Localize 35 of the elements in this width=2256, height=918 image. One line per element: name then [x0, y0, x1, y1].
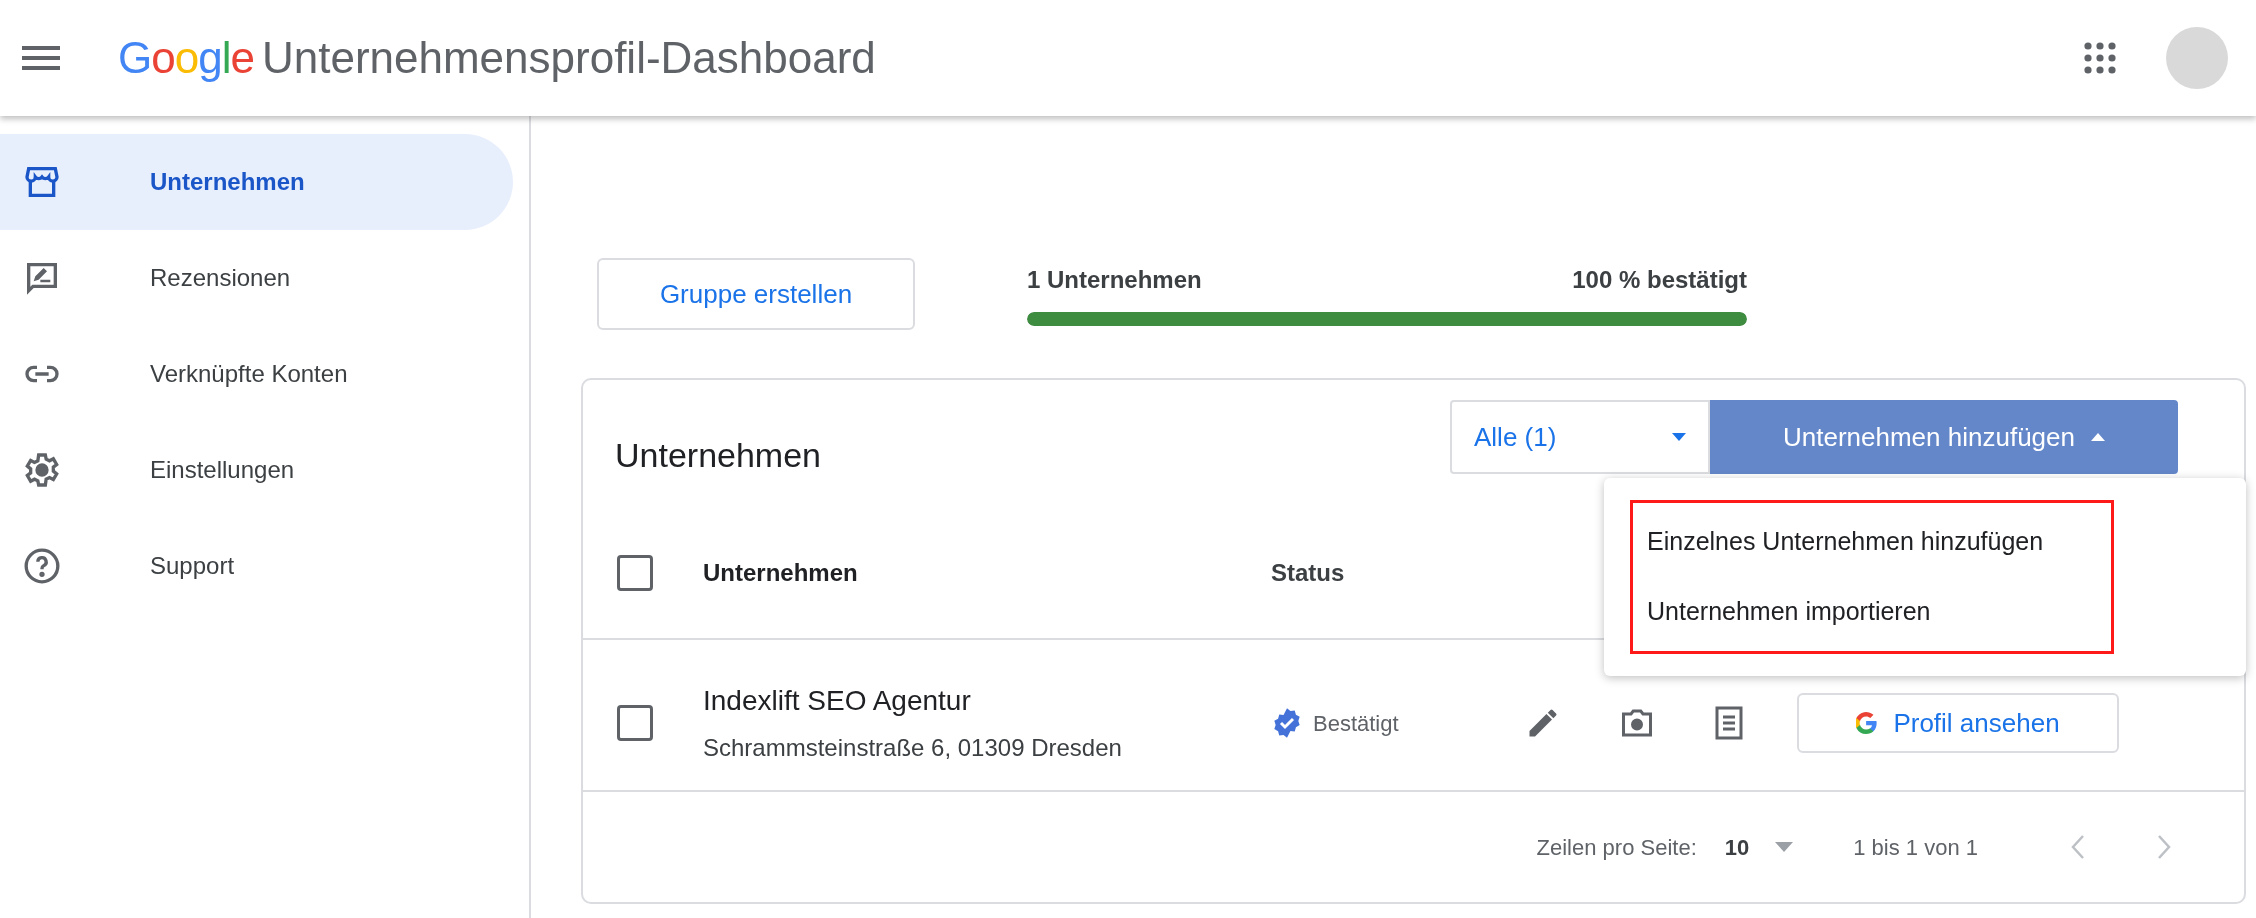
business-count: 1 Unternehmen: [1027, 265, 1202, 295]
create-group-button[interactable]: Gruppe erstellen: [597, 258, 915, 330]
sidebar-item[interactable]: Rezensionen: [0, 230, 513, 326]
card-title: Unternehmen: [615, 434, 821, 476]
app-title: Unternehmensprofil-Dashboard: [261, 32, 876, 84]
column-header: Unternehmen: [703, 558, 859, 588]
menu-item[interactable]: Unternehmen importieren: [1633, 577, 2111, 647]
apps-grid-icon[interactable]: [2084, 42, 2116, 74]
column-header: Status: [1271, 558, 1345, 588]
caret-down-icon: [1775, 842, 1794, 852]
settings-icon: [22, 450, 62, 490]
page-range: 1 bis 1 von 1: [1853, 833, 1978, 862]
sidebar-item[interactable]: Verknüpfte Konten: [0, 326, 513, 422]
caret-up-icon: [2091, 433, 2105, 441]
checkbox[interactable]: [617, 555, 653, 591]
sidebar-item[interactable]: Unternehmen: [0, 134, 513, 230]
document-icon[interactable]: [1713, 705, 1745, 741]
business-name: Indexlift SEO Agentur: [703, 684, 972, 718]
logo: Google: [118, 32, 254, 84]
add-business-button[interactable]: Unternehmen hinzufügen: [1710, 400, 2178, 474]
business-address: Schrammsteinstraße 6, 01309 Dresden: [703, 733, 1123, 763]
sidebar-item[interactable]: Support: [0, 518, 513, 614]
caret-down-icon: [1672, 433, 1686, 441]
filter-dropdown[interactable]: Alle (1): [1450, 400, 1710, 474]
menu-item[interactable]: Einzelnes Unternehmen hinzufügen: [1633, 507, 2111, 577]
menu-icon[interactable]: [22, 44, 60, 72]
g-logo-icon: [1856, 712, 1878, 734]
view-profile-button[interactable]: Profil ansehen: [1797, 693, 2119, 753]
rows-per-page-select[interactable]: 10: [1724, 830, 1794, 864]
verified-percentage: 100 % bestätigt: [1572, 265, 1747, 295]
status-text: Bestätigt: [1313, 709, 1399, 738]
rows-per-page-label: Zeilen pro Seite:: [1536, 833, 1697, 862]
help-icon: [22, 546, 62, 586]
sidebar-item[interactable]: Einstellungen: [0, 422, 513, 518]
checkbox[interactable]: [617, 705, 653, 741]
